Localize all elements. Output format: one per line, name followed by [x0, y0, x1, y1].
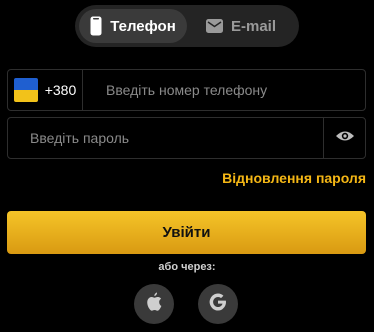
password-field	[7, 117, 366, 159]
envelope-icon	[205, 19, 223, 33]
google-icon	[209, 293, 227, 316]
password-input[interactable]	[8, 118, 323, 158]
phone-field: +380	[7, 69, 366, 111]
recover-password-link[interactable]: Відновлення пароля	[222, 170, 366, 186]
tab-email-label: E-mail	[230, 17, 276, 35]
smartphone-icon	[90, 16, 102, 36]
apple-login-button[interactable]	[134, 284, 174, 324]
tab-phone[interactable]: Телефон	[79, 9, 187, 43]
apple-icon	[146, 292, 162, 316]
login-method-tabs: Телефон E-mail	[75, 5, 299, 47]
login-button[interactable]: Увійти	[7, 211, 366, 254]
eye-icon	[335, 129, 355, 148]
show-password-button[interactable]	[323, 118, 365, 158]
google-login-button[interactable]	[198, 284, 238, 324]
phone-input[interactable]	[83, 70, 365, 110]
tab-phone-label: Телефон	[110, 17, 176, 35]
tab-email[interactable]: E-mail	[187, 9, 295, 43]
country-code: +380	[44, 82, 77, 98]
or-via-label: або через:	[158, 261, 216, 273]
country-code-selector[interactable]: +380	[8, 70, 83, 110]
ukraine-flag-icon	[13, 78, 38, 102]
